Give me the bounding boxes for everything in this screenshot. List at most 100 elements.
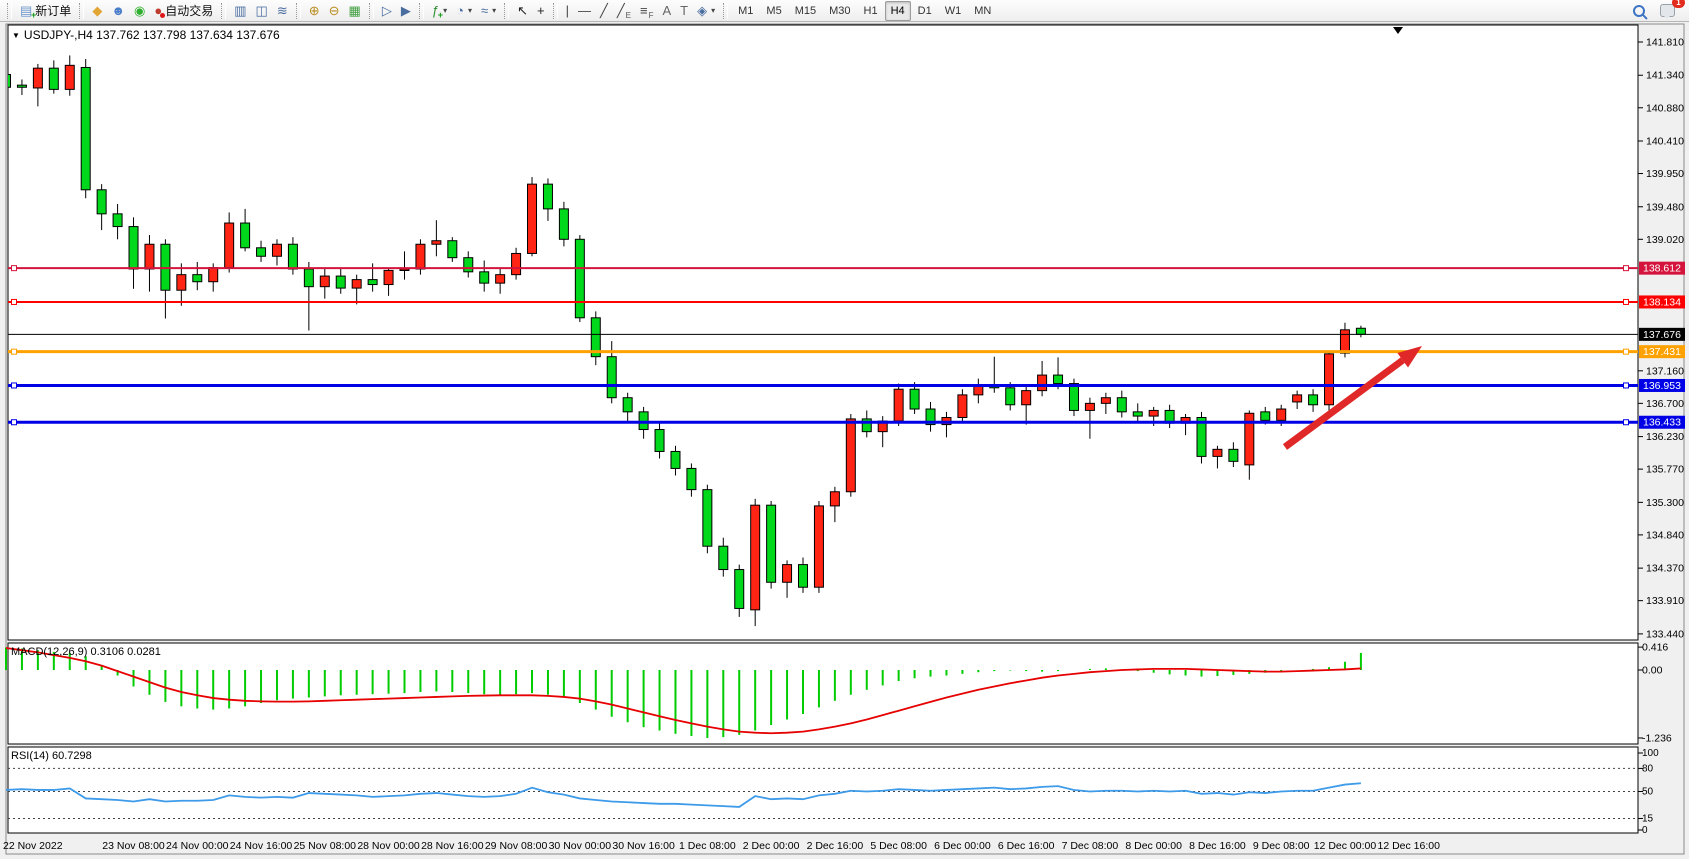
candle-bearish <box>799 565 808 588</box>
price-label-text: 138.134 <box>1643 296 1681 308</box>
candle-bearish <box>575 239 584 317</box>
candle-bearish <box>767 505 776 582</box>
line-handle[interactable] <box>1624 266 1629 271</box>
time-axis[interactable]: 22 Nov 202223 Nov 08:0024 Nov 00:0024 No… <box>3 840 1440 852</box>
candle-bearish <box>288 244 297 269</box>
candle-bullish <box>145 244 154 269</box>
candle-bearish <box>1133 412 1142 416</box>
macd-scale-label: 0.416 <box>1642 642 1668 654</box>
candle-bearish <box>687 468 696 489</box>
candle-bullish <box>65 65 74 89</box>
time-axis-label: 1 Dec 08:00 <box>679 840 736 852</box>
rsi-pane[interactable] <box>8 747 1638 833</box>
line-handle[interactable] <box>12 266 17 271</box>
line-handle[interactable] <box>12 349 17 354</box>
axis-tick-label: 133.910 <box>1646 595 1684 607</box>
chart-area[interactable]: 138.612138.134137.676137.431136.953136.4… <box>0 0 1689 859</box>
candle-bearish <box>1069 384 1078 411</box>
candle-bearish <box>97 190 106 214</box>
candle-bearish <box>257 248 266 256</box>
candle-bullish <box>846 419 855 492</box>
macd-scale-label: 0.00 <box>1642 665 1663 677</box>
line-handle[interactable] <box>12 420 17 425</box>
line-handle[interactable] <box>12 383 17 388</box>
axis-tick-label: 136.700 <box>1646 398 1684 410</box>
axis-tick-label: 141.810 <box>1646 37 1684 49</box>
candle-bullish <box>1277 409 1286 420</box>
candle-bullish <box>1149 410 1158 416</box>
line-handle[interactable] <box>1624 420 1629 425</box>
time-axis-label: 22 Nov 2022 <box>3 840 63 852</box>
time-axis-label: 29 Nov 08:00 <box>485 840 548 852</box>
axis-tick-label: 135.300 <box>1646 497 1684 509</box>
time-axis-label: 30 Nov 00:00 <box>549 840 612 852</box>
candle-bullish <box>400 269 409 271</box>
candle-bearish <box>639 412 648 430</box>
candle-bearish <box>1261 412 1270 420</box>
candle-bullish <box>1213 449 1222 456</box>
price-label-text: 137.676 <box>1643 329 1681 341</box>
time-axis-label: 8 Dec 00:00 <box>1125 840 1182 852</box>
axis-tick-label: 136.230 <box>1646 431 1684 443</box>
candle-bullish <box>958 395 967 418</box>
axis-tick-label: 139.480 <box>1646 201 1684 213</box>
candle-bullish <box>416 244 425 269</box>
axis-tick-label: 137.160 <box>1646 365 1684 377</box>
time-axis-label: 2 Dec 00:00 <box>743 840 800 852</box>
time-axis-label: 9 Dec 08:00 <box>1253 840 1310 852</box>
time-axis-label: 23 Nov 08:00 <box>102 840 165 852</box>
axis-tick-label: 134.840 <box>1646 529 1684 541</box>
candle-bullish <box>1293 395 1302 402</box>
time-axis-label: 24 Nov 16:00 <box>230 840 293 852</box>
candle-bullish <box>33 68 42 88</box>
candle-bullish <box>432 241 441 245</box>
time-axis-label: 12 Dec 00:00 <box>1314 840 1377 852</box>
candle-bearish <box>1309 395 1318 405</box>
candle-bearish <box>480 272 489 283</box>
candle-bearish <box>49 68 58 89</box>
time-axis-label: 28 Nov 00:00 <box>357 840 420 852</box>
candle-bearish <box>719 546 728 569</box>
candle-bullish <box>814 506 823 587</box>
line-handle[interactable] <box>1624 299 1629 304</box>
candle-bullish <box>225 223 234 268</box>
candle-bullish <box>894 389 903 421</box>
candle-bullish <box>783 565 792 583</box>
candle-bearish <box>703 490 712 547</box>
candle-bullish <box>177 275 186 291</box>
candle-bearish <box>129 227 138 269</box>
rsi-scale-label: 80 <box>1642 763 1654 774</box>
time-axis-label: 8 Dec 16:00 <box>1189 840 1246 852</box>
candle-bullish <box>1085 403 1094 410</box>
line-handle[interactable] <box>1624 383 1629 388</box>
candle-bullish <box>496 275 505 283</box>
time-axis-label: 28 Nov 16:00 <box>421 840 484 852</box>
price-label-text: 137.431 <box>1643 346 1681 358</box>
rsi-scale-label: 50 <box>1642 787 1654 798</box>
line-handle[interactable] <box>1624 349 1629 354</box>
candle-bearish <box>241 223 250 248</box>
candle-bearish <box>1054 375 1063 383</box>
axis-tick-label: 140.410 <box>1646 136 1684 148</box>
candle-bullish <box>528 184 537 253</box>
candle-bullish <box>1340 330 1349 353</box>
line-handle[interactable] <box>12 299 17 304</box>
time-axis-label: 6 Dec 16:00 <box>998 840 1055 852</box>
axis-tick-label: 140.880 <box>1646 102 1684 114</box>
candle-bullish <box>1022 391 1031 405</box>
candle-bearish <box>655 430 664 452</box>
candle-bearish <box>193 275 202 282</box>
rsi-scale-label: 0 <box>1642 825 1648 836</box>
candle-bullish <box>320 276 329 287</box>
candle-bearish <box>671 451 680 468</box>
candle-bullish <box>830 492 839 506</box>
candle-bearish <box>464 258 473 272</box>
candle-bearish <box>368 280 377 285</box>
candle-bullish <box>352 280 361 288</box>
candle-bearish <box>1006 388 1015 405</box>
axis-tick-label: 135.770 <box>1646 464 1684 476</box>
candle-bearish <box>81 67 90 189</box>
rsi-scale-label: 15 <box>1642 813 1654 824</box>
candle-bearish <box>336 276 345 288</box>
candle-bearish <box>17 85 26 87</box>
